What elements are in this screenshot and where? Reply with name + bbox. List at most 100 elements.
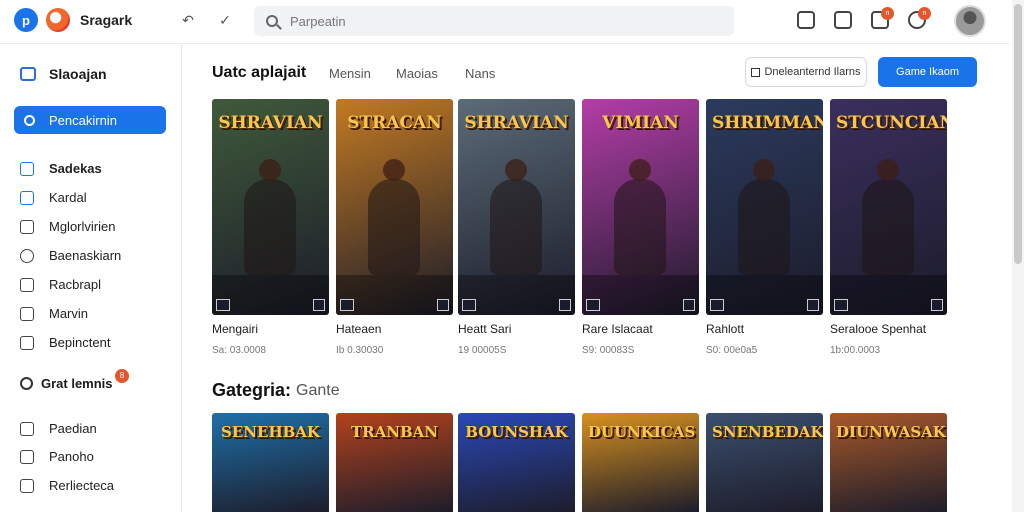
section-badge: 8 <box>115 369 129 383</box>
category-game-card[interactable]: DUUNKICAS <box>582 413 699 512</box>
game-title[interactable]: Rare Islacaat <box>582 322 653 336</box>
top-bar: p Sragark ↶ ✓ Parpeatin n n <box>0 0 1010 44</box>
notification-badge: n <box>881 7 894 20</box>
game-title[interactable]: Hateaen <box>336 322 381 336</box>
sidebar-item-label: Sadekas <box>49 161 102 176</box>
clock-icon <box>20 377 33 390</box>
sidebar-item-label: Mglorlvirien <box>49 219 116 234</box>
game-cover-title: SENEHBAK <box>221 423 320 441</box>
rating-icon <box>807 299 819 311</box>
publisher-logo-icon <box>586 299 600 311</box>
primary-button[interactable]: Game Ikaom <box>878 57 977 87</box>
sidebar-item-kardal[interactable]: Kardal <box>20 190 87 205</box>
game-card[interactable]: SHRAVIAN <box>458 99 575 315</box>
sidebar-item-racbrapl[interactable]: Racbrapl <box>20 277 101 292</box>
check-square-icon <box>20 190 34 205</box>
avatar[interactable] <box>954 5 986 37</box>
game-title[interactable]: Mengairi <box>212 322 258 336</box>
game-card[interactable]: VIMIAN <box>582 99 699 315</box>
list-icon <box>20 335 34 350</box>
share-icon[interactable] <box>797 11 815 29</box>
brand-logo-icon[interactable] <box>46 8 70 32</box>
tab-nans[interactable]: Nans <box>465 66 495 81</box>
sidebar-item-label: Pencakirnin <box>49 112 117 128</box>
dashboard-icon <box>20 67 36 81</box>
sidebar-section-label: Grat lemnis <box>41 376 113 391</box>
sidebar-item-paedian[interactable]: Paedian <box>20 421 97 436</box>
publisher-logo-icon <box>834 299 848 311</box>
sidebar-item-label: Baenaskiarn <box>49 248 122 263</box>
tab-maoias[interactable]: Maoias <box>396 66 438 81</box>
game-cover-title: STRACAN <box>347 113 442 133</box>
filter-icon <box>751 67 761 77</box>
sidebar-item-panoho[interactable]: Panoho <box>20 449 94 464</box>
sidebar-item-label: Racbrapl <box>49 277 102 292</box>
filter-button[interactable]: Dneleanternd Ilarns <box>745 57 867 87</box>
sidebar-item-marvin[interactable]: Marvin <box>20 306 88 321</box>
category-game-card[interactable]: SENEHBAK <box>212 413 329 512</box>
sidebar-item-sadekas[interactable]: Sadekas <box>20 161 102 176</box>
sidebar-section-header[interactable]: Grat lemnis <box>20 376 113 391</box>
edit-icon <box>20 449 34 464</box>
circle-icon <box>20 248 34 263</box>
square-icon <box>20 219 34 234</box>
app-name: Sragark <box>80 12 133 28</box>
game-meta: S0: 00e0a5 <box>706 345 758 356</box>
sidebar-item-label: Bepinctent <box>49 335 111 350</box>
game-title[interactable]: Rahlott <box>706 322 744 336</box>
sidebar-item-mglorlvirien[interactable]: Mglorlvirien <box>20 219 115 234</box>
game-cover-title: SHRAVIAN <box>464 113 569 133</box>
download-icon[interactable] <box>834 11 852 29</box>
sidebar-item-label: Paedian <box>49 421 97 436</box>
app-logo-icon[interactable]: p <box>14 8 38 32</box>
search-bar[interactable]: Parpeatin <box>254 6 734 36</box>
game-card[interactable]: STCUNCIAN <box>830 99 947 315</box>
game-cover-character <box>368 159 420 275</box>
category-title: Gategria: <box>212 380 292 400</box>
back-icon[interactable]: ↶ <box>178 10 198 30</box>
publisher-logo-icon <box>340 299 354 311</box>
sidebar-item-bepinctent[interactable]: Bepinctent <box>20 335 110 350</box>
edit-icon <box>20 306 34 321</box>
sidebar-item-active[interactable]: Pencakirnin <box>14 106 166 134</box>
category-game-card[interactable]: BOUNSHAK <box>458 413 575 512</box>
scrollbar[interactable] <box>1012 0 1024 512</box>
search-input[interactable]: Parpeatin <box>290 14 346 29</box>
scroll-thumb[interactable] <box>1014 4 1022 264</box>
sidebar-item-baenaskiarn[interactable]: Baenaskiarn <box>20 248 121 263</box>
game-title[interactable]: Heatt Sari <box>458 322 511 336</box>
game-cover-title: BOUNSHAK <box>465 423 568 441</box>
game-title[interactable]: Seralooe Spenhat <box>830 322 926 336</box>
game-meta: Ib 0.30030 <box>336 345 384 356</box>
sidebar-item-label: Panoho <box>49 449 94 464</box>
game-cover-title: DUUNKICAS <box>588 423 696 441</box>
game-meta: Sa: 03.0008 <box>212 345 266 356</box>
sidebar-header-label: Slaoajan <box>49 66 107 82</box>
game-meta: S9: 00083S <box>582 345 635 356</box>
category-game-card[interactable]: TRANBAN <box>336 413 453 512</box>
check-icon[interactable]: ✓ <box>215 10 235 30</box>
category-subtitle[interactable]: Gante <box>296 382 340 400</box>
grid-icon <box>20 161 34 176</box>
sidebar: Slaoajan Pencakirnin Sadekas Kardal Mglo… <box>0 44 182 512</box>
game-cover-character <box>244 159 296 275</box>
game-card[interactable]: STRACAN <box>336 99 453 315</box>
search-icon <box>24 114 35 126</box>
game-cover-title: SNENBEDAK <box>712 423 823 441</box>
category-game-card[interactable]: DIUNWASAK <box>830 413 947 512</box>
alert-icon[interactable]: n <box>908 7 931 29</box>
game-cover-title: STCUNCIAN <box>836 113 947 133</box>
sidebar-item-rerliecteca[interactable]: Rerliecteca <box>20 478 114 493</box>
category-game-card[interactable]: SNENBEDAK <box>706 413 823 512</box>
notification-icon[interactable]: n <box>871 7 894 29</box>
tab-mensin[interactable]: Mensin <box>329 66 371 81</box>
puzzle-icon <box>20 277 34 292</box>
game-cover-title: DIUNWASAK <box>836 423 946 441</box>
rating-icon <box>931 299 943 311</box>
sidebar-header[interactable]: Slaoajan <box>20 66 107 82</box>
game-cover-title: TRANBAN <box>350 423 438 441</box>
game-card[interactable]: SHRIMMAN <box>706 99 823 315</box>
game-card[interactable]: SHRAVIAN <box>212 99 329 315</box>
game-cover-character <box>490 159 542 275</box>
filter-button-label: Dneleanternd Ilarns <box>764 66 861 78</box>
